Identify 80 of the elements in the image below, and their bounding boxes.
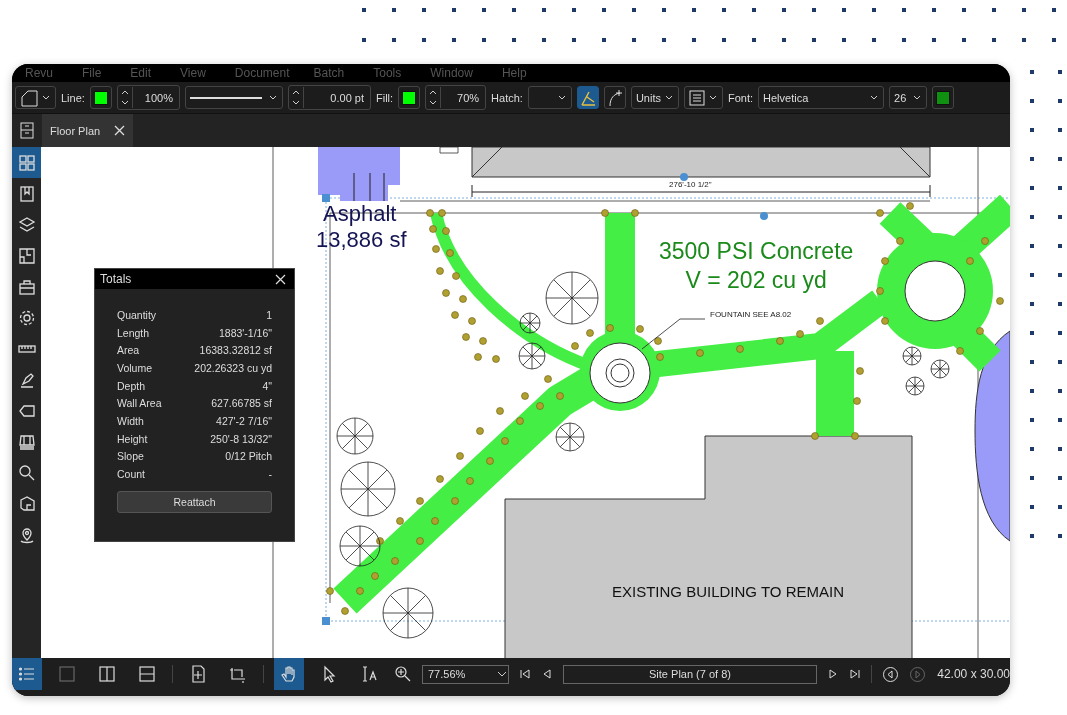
previous-page-icon[interactable] — [541, 668, 553, 680]
asphalt-area-label: Asphalt — [323, 201, 397, 227]
line-color-swatch[interactable] — [89, 86, 112, 109]
tree-symbol — [555, 422, 585, 452]
drawing-canvas[interactable] — [41, 147, 1010, 658]
first-page-icon[interactable] — [519, 668, 531, 680]
measure-tool-button[interactable] — [576, 86, 599, 109]
tree-symbol — [336, 417, 374, 455]
tree-symbol — [519, 312, 541, 334]
tree-symbol — [902, 346, 922, 366]
text-align-dropdown[interactable] — [683, 86, 723, 109]
last-page-icon[interactable] — [849, 668, 861, 680]
property-label: Wall Area — [117, 397, 162, 410]
line-width-field[interactable]: 0.00 pt — [288, 85, 371, 110]
asphalt-area-value: 13,886 sf — [316, 227, 407, 253]
property-value: 1 — [266, 308, 272, 321]
page-size-text: 42.00 x 30.00 — [937, 667, 1010, 681]
font-dropdown[interactable]: Helvetica — [758, 86, 885, 109]
shape-icon — [20, 88, 38, 107]
building-label: EXISTING BUILDING TO REMAIN — [612, 583, 844, 600]
font-label: Font: — [727, 91, 754, 104]
selection-handle[interactable] — [322, 194, 330, 202]
property-label: Volume — [117, 361, 153, 374]
tree-symbol — [518, 342, 546, 370]
property-value: 627.66785 sf — [211, 397, 272, 410]
units-dropdown[interactable]: Units — [630, 86, 679, 109]
text-color-swatch[interactable] — [932, 86, 955, 109]
reattach-button[interactable]: Reattach — [117, 490, 272, 513]
property-label: Area — [117, 344, 140, 357]
thumbnails-icon[interactable] — [12, 147, 41, 178]
line-style-dropdown[interactable] — [185, 86, 283, 109]
concrete-label: 3500 PSI Concrete V = 202 cu yd — [659, 237, 854, 295]
callout-text: FOUNTAIN SEE A8.02 — [710, 310, 792, 319]
property-label: Count — [117, 468, 146, 481]
property-label: Quantity — [117, 308, 157, 321]
next-page-icon[interactable] — [827, 668, 839, 680]
leader-line — [641, 318, 706, 350]
fill-opacity-field[interactable]: 70% — [425, 85, 487, 110]
line-opacity-field[interactable]: 100% — [116, 85, 180, 110]
dimension-text: 276'-10 1/2" — [669, 180, 712, 189]
back-icon[interactable] — [882, 665, 899, 683]
close-icon[interactable] — [275, 273, 286, 285]
zoom-icon[interactable] — [394, 665, 412, 683]
selection-handle[interactable] — [322, 617, 330, 625]
hand-icon[interactable] — [274, 658, 304, 690]
property-value: 0/12 Pitch — [225, 450, 272, 463]
tree-symbol — [382, 587, 434, 639]
fill-label: Fill: — [376, 91, 394, 104]
tree-symbol — [545, 271, 599, 325]
close-icon[interactable] — [114, 125, 126, 136]
list-icon[interactable] — [12, 658, 42, 690]
property-value: 16383.32812 sf — [199, 344, 272, 357]
property-value: 4" — [262, 379, 272, 392]
property-value: 202.26323 cu yd — [194, 361, 272, 374]
panel-title: Totals — [100, 272, 132, 286]
page-field[interactable]: Site Plan (7 of 8) — [563, 664, 817, 684]
line-label: Line: — [61, 91, 85, 104]
property-value: 427'-2 7/16" — [216, 414, 272, 427]
property-label: Height — [117, 432, 148, 445]
property-value: 250'-8 13/32" — [210, 432, 272, 445]
document-tab[interactable]: Floor Plan — [42, 114, 134, 147]
file-cabinet-icon[interactable] — [20, 122, 34, 139]
tree-symbol — [340, 461, 396, 517]
tree-symbol — [930, 359, 950, 379]
selection-handle[interactable] — [760, 212, 768, 220]
hatch-label: Hatch: — [491, 91, 523, 104]
text-align-icon — [688, 89, 705, 106]
property-value: - — [268, 468, 272, 481]
tree-symbol — [339, 525, 381, 567]
font-size-dropdown[interactable]: 26 — [889, 86, 928, 109]
shape-tool-dropdown[interactable] — [15, 86, 56, 109]
tree-symbol — [905, 376, 925, 396]
zoom-dropdown[interactable]: 77.56% — [422, 664, 509, 684]
property-label: Slope — [117, 450, 144, 463]
property-value: 1883'-1/16" — [218, 326, 272, 339]
property-label: Depth — [117, 379, 146, 392]
curve-tool-button[interactable] — [603, 86, 626, 109]
property-label: Width — [117, 414, 144, 427]
fill-color-swatch[interactable] — [398, 86, 421, 109]
property-label: Length — [117, 326, 150, 339]
